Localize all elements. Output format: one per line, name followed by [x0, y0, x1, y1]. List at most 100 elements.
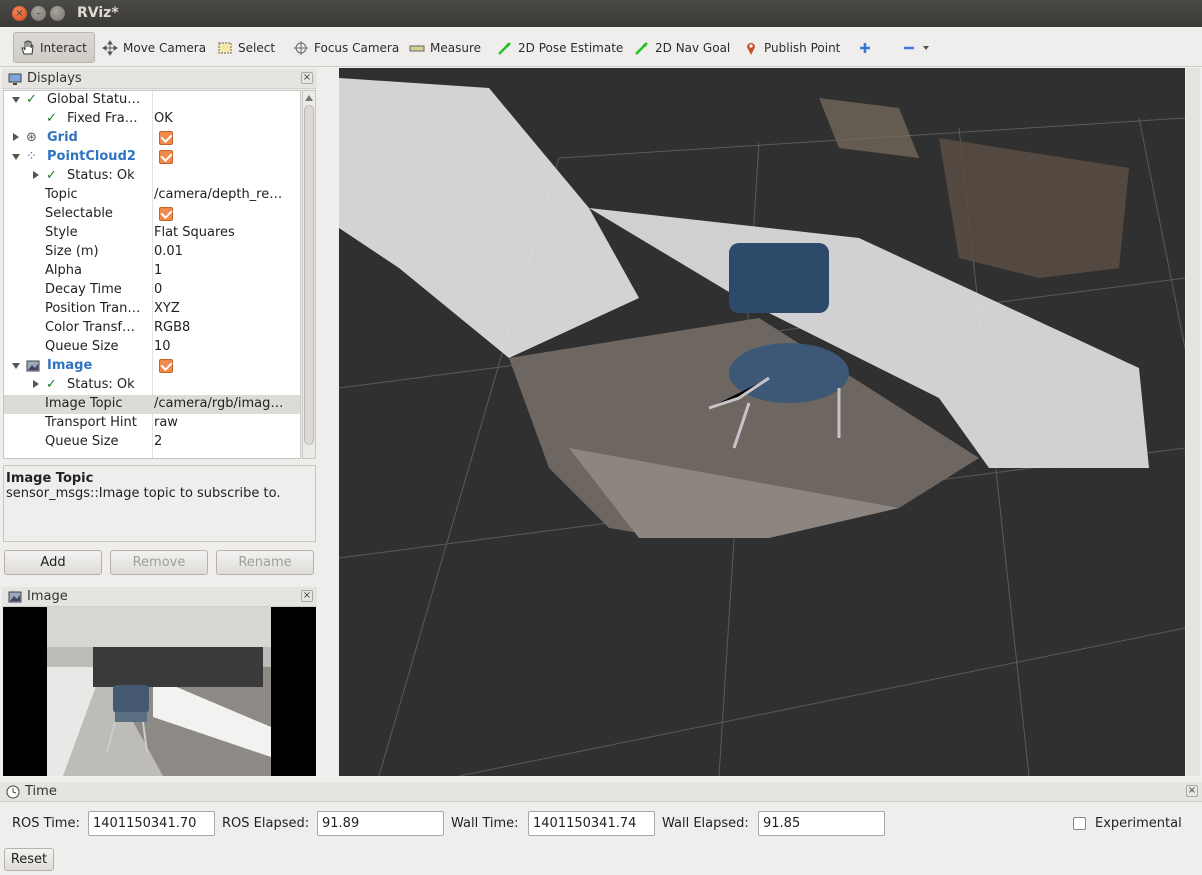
tree-row-pointcloud2[interactable]: ⁘ PointCloud2	[4, 148, 300, 167]
tree-row-global-status[interactable]: ✓ Global Statu…	[4, 91, 300, 110]
title-bar: × – RViz*	[0, 0, 1202, 27]
close-window-button[interactable]: ×	[12, 6, 27, 21]
tree-row-status[interactable]: ✓ Status: Ok	[4, 167, 300, 186]
remove-tool-button[interactable]	[896, 32, 935, 63]
ros-time-label: ROS Time:	[12, 816, 80, 831]
expand-arrow[interactable]	[12, 154, 20, 160]
interact-tool-button[interactable]: Interact	[13, 32, 95, 63]
green-arrow-icon	[498, 41, 511, 55]
chair-back-points	[729, 243, 829, 313]
3d-render-viewport[interactable]	[339, 68, 1185, 776]
remove-button[interactable]: Remove	[110, 550, 208, 575]
tree-value: OK	[154, 111, 173, 126]
viewport-right-splitter[interactable]	[1186, 68, 1200, 776]
tree-row-fixed-frame[interactable]: ✓ Fixed Fra… OK	[4, 110, 300, 129]
rename-button[interactable]: Rename	[216, 550, 314, 575]
check-icon: ✓	[46, 168, 57, 183]
move-camera-tool-button[interactable]: Move Camera	[97, 32, 211, 63]
expand-arrow[interactable]	[33, 380, 39, 388]
tree-value[interactable]: 0	[154, 282, 296, 297]
tree-value[interactable]: 1	[154, 263, 296, 278]
wall-time-field[interactable]: 1401150341.74	[528, 811, 655, 836]
image-icon	[26, 360, 40, 372]
tree-name: Status: Ok	[67, 377, 135, 392]
tree-row-image[interactable]: Image	[4, 357, 300, 376]
displays-title: Displays	[27, 71, 82, 86]
tree-value[interactable]: 10	[154, 339, 296, 354]
tree-row-topic[interactable]: Topic /camera/depth_re…	[4, 186, 300, 205]
pose-estimate-tool-button[interactable]: 2D Pose Estimate	[492, 32, 628, 63]
wall-elapsed-field[interactable]: 91.85	[758, 811, 885, 836]
expand-arrow[interactable]	[13, 133, 19, 141]
minimize-window-button[interactable]: –	[31, 6, 46, 21]
close-image-panel-button[interactable]: ×	[301, 590, 313, 602]
displays-scrollbar[interactable]	[302, 90, 316, 459]
clock-icon	[6, 785, 20, 798]
measure-tool-button[interactable]: Measure	[404, 32, 486, 63]
tree-row-selectable[interactable]: Selectable	[4, 205, 300, 224]
tree-name: Queue Size	[45, 434, 119, 449]
tree-value[interactable]: /camera/depth_re…	[154, 187, 296, 202]
focus-camera-tool-button[interactable]: Focus Camera	[288, 32, 404, 63]
selectable-checkbox[interactable]	[159, 207, 173, 221]
expand-arrow[interactable]	[12, 97, 20, 103]
camera-image-view	[3, 607, 316, 776]
scroll-up-icon[interactable]	[305, 93, 313, 101]
tree-name: Fixed Fra…	[67, 111, 138, 126]
maximize-window-button[interactable]	[50, 6, 65, 21]
wall-time-label: Wall Time:	[451, 816, 519, 831]
ruler-icon	[409, 45, 425, 51]
green-arrow-icon	[635, 41, 648, 55]
description-title: Image Topic	[6, 471, 94, 486]
tree-row-color-transformer[interactable]: Color Transf… RGB8	[4, 319, 300, 338]
ros-elapsed-field[interactable]: 91.89	[317, 811, 444, 836]
enabled-checkbox[interactable]	[159, 131, 173, 145]
expand-arrow[interactable]	[33, 171, 39, 179]
tree-name: Size (m)	[45, 244, 99, 259]
scroll-thumb[interactable]	[304, 105, 314, 445]
publish-point-label: Publish Point	[764, 40, 841, 55]
tree-name: Image Topic	[45, 396, 123, 411]
add-button[interactable]: Add	[4, 550, 102, 575]
white-wall-points	[339, 78, 639, 358]
toolbar: Interact Move Camera Select Focus Camera…	[0, 27, 1202, 67]
chevron-down-icon	[923, 45, 929, 50]
nav-goal-label: 2D Nav Goal	[655, 40, 731, 55]
close-time-panel-button[interactable]: ×	[1186, 785, 1198, 797]
add-tool-button[interactable]	[852, 32, 878, 63]
reset-button[interactable]: Reset	[4, 848, 54, 871]
tree-name: Transport Hint	[45, 415, 137, 430]
tree-row-image-topic[interactable]: Image Topic /camera/rgb/imag…	[4, 395, 300, 414]
nav-goal-tool-button[interactable]: 2D Nav Goal	[629, 32, 735, 63]
tree-value[interactable]: RGB8	[154, 320, 296, 335]
desk-cluster-points	[939, 138, 1129, 278]
close-displays-button[interactable]: ×	[301, 72, 313, 84]
tree-row-grid[interactable]: ⊛ Grid	[4, 129, 300, 148]
ros-time-field[interactable]: 1401150341.70	[88, 811, 215, 836]
tree-name: Image	[47, 358, 93, 373]
tree-row-alpha[interactable]: Alpha 1	[4, 262, 300, 281]
tree-row-image-queue-size[interactable]: Queue Size 2	[4, 433, 300, 452]
select-tool-button[interactable]: Select	[212, 32, 280, 63]
publish-point-tool-button[interactable]: Publish Point	[738, 32, 845, 63]
tree-value[interactable]: 2	[154, 434, 296, 449]
experimental-checkbox[interactable]	[1073, 817, 1086, 830]
expand-arrow[interactable]	[12, 363, 20, 369]
tree-value[interactable]: XYZ	[154, 301, 296, 316]
tree-value[interactable]: /camera/rgb/imag…	[154, 396, 296, 411]
tree-row-size[interactable]: Size (m) 0.01	[4, 243, 300, 262]
enabled-checkbox[interactable]	[159, 359, 173, 373]
tree-value[interactable]: raw	[154, 415, 296, 430]
tree-row-decay-time[interactable]: Decay Time 0	[4, 281, 300, 300]
tree-row-image-status[interactable]: ✓ Status: Ok	[4, 376, 300, 395]
tree-row-queue-size[interactable]: Queue Size 10	[4, 338, 300, 357]
tree-row-position-transformer[interactable]: Position Tran… XYZ	[4, 300, 300, 319]
tree-row-style[interactable]: Style Flat Squares	[4, 224, 300, 243]
enabled-checkbox[interactable]	[159, 150, 173, 164]
tree-value[interactable]: Flat Squares	[154, 225, 296, 240]
tree-row-transport-hint[interactable]: Transport Hint raw	[4, 414, 300, 433]
tree-value[interactable]: 0.01	[154, 244, 296, 259]
image-icon	[8, 591, 22, 602]
move-icon	[102, 39, 118, 56]
point-cloud-render	[339, 78, 1185, 776]
